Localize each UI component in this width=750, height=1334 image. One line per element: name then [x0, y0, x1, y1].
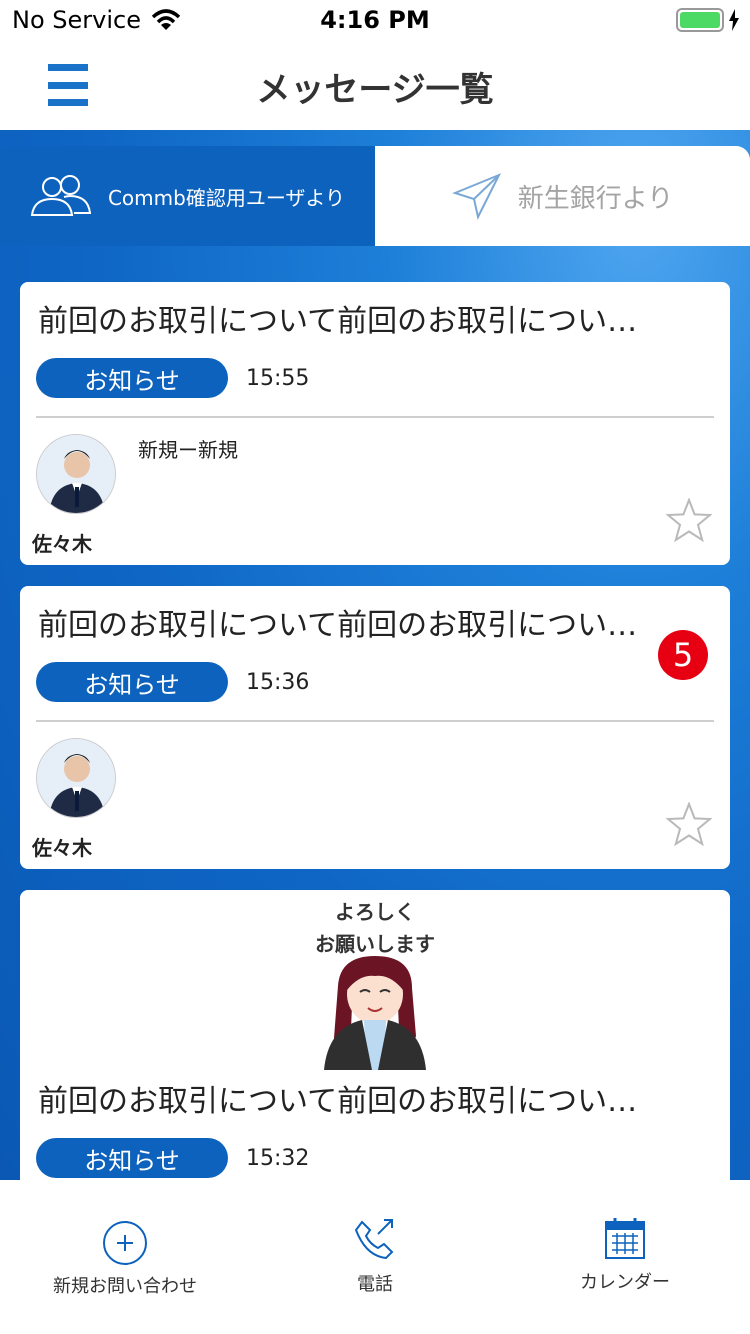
- phone-icon: [354, 1219, 394, 1260]
- message-card[interactable]: よろしく お願いします 前回のお取引について前回のお取引につい… お知らせ 15…: [20, 890, 730, 1180]
- sender-tabs: Commb確認用ユーザより 新生銀行より: [0, 146, 750, 246]
- nav-label: カレンダー: [580, 1272, 670, 1293]
- message-title: 前回のお取引について前回のお取引につい…: [38, 608, 638, 643]
- paper-plane-icon: [451, 173, 501, 220]
- message-card[interactable]: 前回のお取引について前回のお取引につい… お知らせ 15:55 新規ー新規 佐々…: [20, 282, 730, 565]
- calendar-icon: [605, 1218, 645, 1259]
- category-badge: お知らせ: [36, 662, 228, 702]
- status-bar: No Service 4:16 PM: [0, 0, 750, 40]
- nav-label: 新規お問い合わせ: [53, 1276, 197, 1297]
- page-title: メッセージ一覧: [256, 70, 494, 110]
- unread-count-badge: 5: [658, 630, 708, 680]
- message-time: 15:36: [246, 670, 310, 695]
- bottom-navigation: 新規お問い合わせ 電話 カレンダー: [0, 1180, 750, 1334]
- calendar-button[interactable]: カレンダー: [500, 1180, 750, 1334]
- tab-label: Commb確認用ユーザより: [107, 185, 346, 210]
- plus-circle-icon: [103, 1221, 147, 1265]
- sender-name: 佐々木: [32, 836, 92, 860]
- tab-label: 新生銀行より: [517, 183, 674, 214]
- favorite-star-icon[interactable]: [666, 802, 712, 846]
- sticker-text: お願いします: [315, 932, 435, 956]
- new-inquiry-button[interactable]: 新規お問い合わせ: [0, 1180, 250, 1334]
- nav-label: 電話: [357, 1274, 393, 1295]
- header: メッセージ一覧: [0, 40, 750, 130]
- message-time: 15:32: [246, 1146, 310, 1171]
- sticker-text: よろしく: [335, 900, 415, 924]
- users-icon: [30, 175, 92, 216]
- message-card[interactable]: 前回のお取引について前回のお取引につい… 5 お知らせ 15:36 佐々木: [20, 586, 730, 869]
- tab-bank-messages[interactable]: 新生銀行より: [375, 146, 750, 246]
- phone-button[interactable]: 電話: [250, 1180, 500, 1334]
- favorite-star-icon[interactable]: [666, 498, 712, 542]
- status-time: 4:16 PM: [320, 6, 430, 34]
- message-list-area: Commb確認用ユーザより 新生銀行より 前回のお取引について前回のお取引につい…: [0, 130, 750, 1180]
- message-preview: 新規ー新規: [138, 438, 238, 462]
- avatar: [36, 434, 116, 514]
- divider: [36, 416, 714, 418]
- charging-bolt-icon: [729, 9, 739, 31]
- battery-indicator: [676, 8, 740, 32]
- category-badge: お知らせ: [36, 358, 228, 398]
- tab-user-messages[interactable]: Commb確認用ユーザより: [0, 146, 375, 246]
- category-badge: お知らせ: [36, 1138, 228, 1178]
- message-title: 前回のお取引について前回のお取引につい…: [38, 1084, 638, 1119]
- battery-icon: [676, 8, 724, 32]
- sticker-illustration: [324, 956, 426, 1070]
- avatar: [36, 738, 116, 818]
- message-title: 前回のお取引について前回のお取引につい…: [38, 304, 638, 339]
- message-time: 15:55: [246, 366, 310, 391]
- divider: [36, 720, 714, 722]
- sender-name: 佐々木: [32, 532, 92, 556]
